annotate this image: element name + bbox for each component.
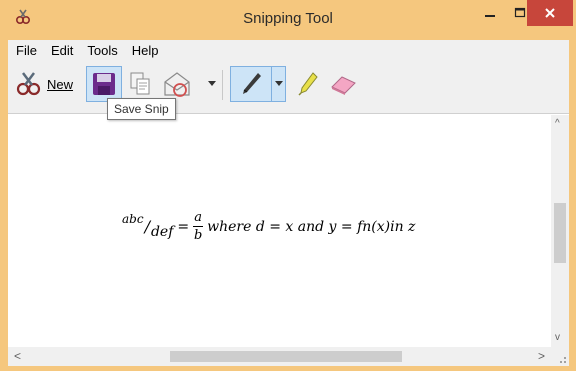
toolbar: New: [8, 62, 569, 114]
vertical-scrollbar[interactable]: ^ v: [551, 115, 569, 347]
formula-slash: /: [144, 217, 150, 236]
pen-dropdown[interactable]: [272, 66, 286, 102]
fraction-numerator: a: [194, 210, 202, 225]
chevron-down-icon: [208, 81, 216, 86]
save-snip-button[interactable]: [86, 66, 122, 102]
snip-formula: abc / def = a b where d = x and y = fn(x…: [122, 210, 415, 243]
menu-tools[interactable]: Tools: [80, 40, 124, 62]
formula-subscript: def: [150, 223, 174, 240]
maximize-icon: [514, 7, 526, 18]
close-icon: [545, 8, 555, 18]
close-button[interactable]: [527, 0, 573, 26]
menu-edit[interactable]: Edit: [44, 40, 80, 62]
formula-superscript: abc: [122, 211, 144, 226]
vertical-scroll-thumb[interactable]: [554, 203, 566, 263]
fraction-bar: [193, 226, 204, 227]
eraser-icon: [331, 76, 356, 95]
scroll-down-icon[interactable]: v: [555, 333, 560, 343]
pen-icon: [243, 73, 261, 94]
copy-icon: [130, 72, 150, 95]
menu-file[interactable]: File: [8, 40, 44, 62]
new-snip-button[interactable]: New: [14, 66, 78, 102]
fraction-denominator: b: [193, 228, 203, 243]
title-bar[interactable]: Snipping Tool: [0, 0, 576, 40]
menu-bar: File Edit Tools Help: [8, 40, 569, 62]
scroll-left-icon[interactable]: <: [14, 350, 21, 362]
highlighter-button[interactable]: [294, 66, 322, 102]
snip-canvas[interactable]: abc / def = a b where d = x and y = fn(x…: [8, 115, 551, 347]
save-snip-tooltip: Save Snip: [107, 98, 176, 120]
minimize-button[interactable]: [476, 0, 504, 26]
horizontal-scrollbar[interactable]: < >: [8, 347, 551, 366]
send-snip-dropdown[interactable]: [206, 66, 218, 102]
pen-button[interactable]: [230, 66, 272, 102]
client-area: File Edit Tools Help New abc / def = a b…: [8, 40, 569, 366]
snipping-tool-window: Snipping Tool File Edit Tools Help New a…: [0, 0, 576, 371]
eraser-button[interactable]: [326, 66, 360, 102]
menu-help[interactable]: Help: [125, 40, 166, 62]
minimize-icon: [485, 15, 495, 17]
send-snip-icon: [164, 72, 190, 97]
copy-button[interactable]: [126, 66, 154, 102]
scroll-right-icon[interactable]: >: [538, 350, 545, 362]
chevron-down-icon: [274, 81, 283, 86]
scroll-up-icon[interactable]: ^: [555, 119, 560, 129]
highlighter-icon: [298, 72, 318, 96]
formula-rest: where d = x and y = fn(x)in z: [207, 218, 416, 235]
save-icon: [93, 73, 115, 95]
horizontal-scroll-thumb[interactable]: [170, 351, 402, 362]
new-snip-label: New: [47, 76, 74, 92]
resize-grip-icon: [560, 357, 566, 363]
toolbar-separator: [222, 70, 223, 100]
send-snip-button[interactable]: [160, 66, 194, 102]
formula-equals: =: [177, 218, 190, 235]
formula-fraction: a b: [193, 210, 204, 243]
new-snip-icon: [16, 72, 41, 96]
resize-grip[interactable]: [551, 347, 569, 366]
